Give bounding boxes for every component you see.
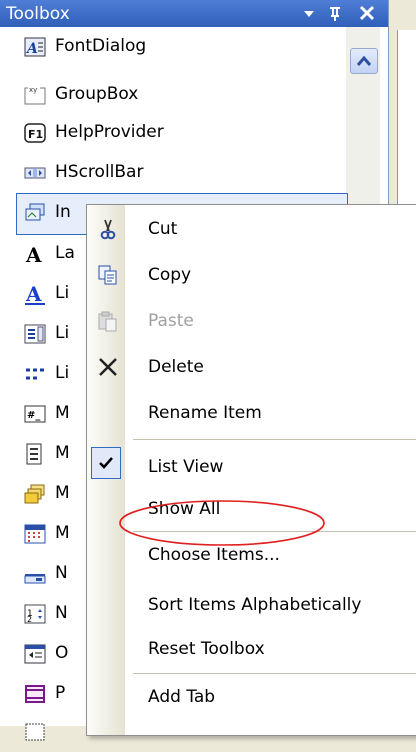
toolbox-item-label: M	[55, 483, 70, 503]
month-calendar-icon	[24, 523, 46, 545]
masked-textbox-icon: #_	[24, 403, 46, 425]
font-dialog-icon: A	[24, 36, 46, 58]
svg-text:A: A	[25, 283, 42, 305]
toolbox-item-label: Li	[55, 323, 70, 343]
check-highlight	[91, 447, 121, 479]
message-queue-icon	[24, 483, 46, 505]
svg-text:#_: #_	[27, 410, 40, 421]
menu-item-label: Reset Toolbox	[148, 639, 265, 659]
list-view-icon	[24, 363, 46, 385]
toolbox-item-label: Li	[55, 363, 70, 383]
toolbox-item-label: In	[55, 202, 71, 222]
menu-item-add-tab[interactable]: Add Tab	[87, 675, 416, 719]
menu-separator	[133, 439, 416, 440]
panel-icon	[24, 683, 46, 705]
menu-item-label: Sort Items Alphabetically	[148, 595, 362, 615]
check-icon	[99, 457, 113, 469]
menu-item-label: Copy	[148, 265, 192, 285]
menu-item-label: Add Tab	[148, 687, 216, 707]
menu-item-sort-alphabetically[interactable]: Sort Items Alphabetically	[87, 583, 416, 627]
svg-text:A: A	[25, 243, 42, 265]
highlight-ellipse	[119, 500, 325, 546]
copy-icon	[97, 264, 119, 286]
menu-strip-icon	[24, 443, 46, 465]
image-list-icon	[24, 202, 46, 224]
menu-item-rename[interactable]: Rename Item	[87, 391, 416, 435]
dropdown-arrow-icon[interactable]	[298, 2, 320, 24]
menu-item-label: Cut	[148, 219, 178, 239]
menu-item-label: Paste	[148, 311, 194, 331]
toolbox-item-label: N	[55, 563, 68, 583]
menu-item-copy[interactable]: Copy	[87, 253, 416, 297]
menu-item-paste: Paste	[87, 299, 416, 343]
scroll-up-button[interactable]	[350, 48, 378, 74]
open-file-dialog-icon	[24, 643, 46, 665]
toolbox-item-label: M	[55, 523, 70, 543]
svg-text:2: 2	[27, 615, 32, 624]
numeric-updown-icon: 12	[24, 603, 46, 625]
toolbox-item-label: M	[55, 443, 70, 463]
menu-item-list-view[interactable]: List View	[87, 445, 416, 489]
toolbox-item-label: Li	[55, 283, 70, 303]
scissors-icon	[97, 218, 119, 240]
toolbox-item-label: HelpProvider	[55, 122, 164, 142]
print-icon	[24, 721, 46, 743]
paste-icon	[97, 310, 119, 332]
menu-separator	[133, 673, 416, 674]
svg-text:xy: xy	[29, 86, 37, 94]
menu-item-label: Delete	[148, 357, 204, 377]
toolbox-item-label: HScrollBar	[55, 162, 144, 182]
notify-icon-icon	[24, 563, 46, 585]
svg-text:A: A	[25, 41, 38, 57]
toolbox-title-bar[interactable]: Toolbox	[0, 0, 388, 27]
close-icon[interactable]	[356, 2, 378, 24]
toolbox-item-label: La	[55, 243, 75, 263]
label-icon: A	[24, 243, 46, 267]
menu-item-reset-toolbox[interactable]: Reset Toolbox	[87, 627, 416, 671]
menu-item-delete[interactable]: Delete	[87, 345, 416, 389]
toolbox-item-label: O	[55, 643, 69, 663]
delete-x-icon	[97, 356, 119, 378]
menu-item-label: Choose Items...	[148, 545, 280, 565]
list-box-icon	[24, 323, 46, 345]
context-menu: Cut Copy Paste Delete Rename Item List V…	[86, 204, 416, 736]
menu-item-label: List View	[148, 457, 224, 477]
toolbox-item-label: FontDialog	[55, 36, 147, 56]
menu-item-cut[interactable]: Cut	[87, 207, 416, 251]
pin-icon[interactable]	[324, 2, 346, 24]
hscrollbar-icon	[24, 162, 46, 184]
toolbox-item-label: GroupBox	[55, 84, 139, 104]
link-label-icon: A	[24, 282, 46, 306]
svg-text:F1: F1	[28, 128, 43, 141]
toolbox-title: Toolbox	[6, 4, 70, 24]
toolbox-item-label: M	[55, 403, 70, 423]
menu-item-label: Rename Item	[148, 403, 262, 423]
chevron-up-icon	[356, 55, 372, 66]
help-provider-icon: F1	[24, 122, 46, 144]
group-box-icon: xy	[24, 84, 46, 106]
toolbox-item-label: P	[55, 683, 66, 703]
toolbox-item-label: N	[55, 603, 68, 623]
